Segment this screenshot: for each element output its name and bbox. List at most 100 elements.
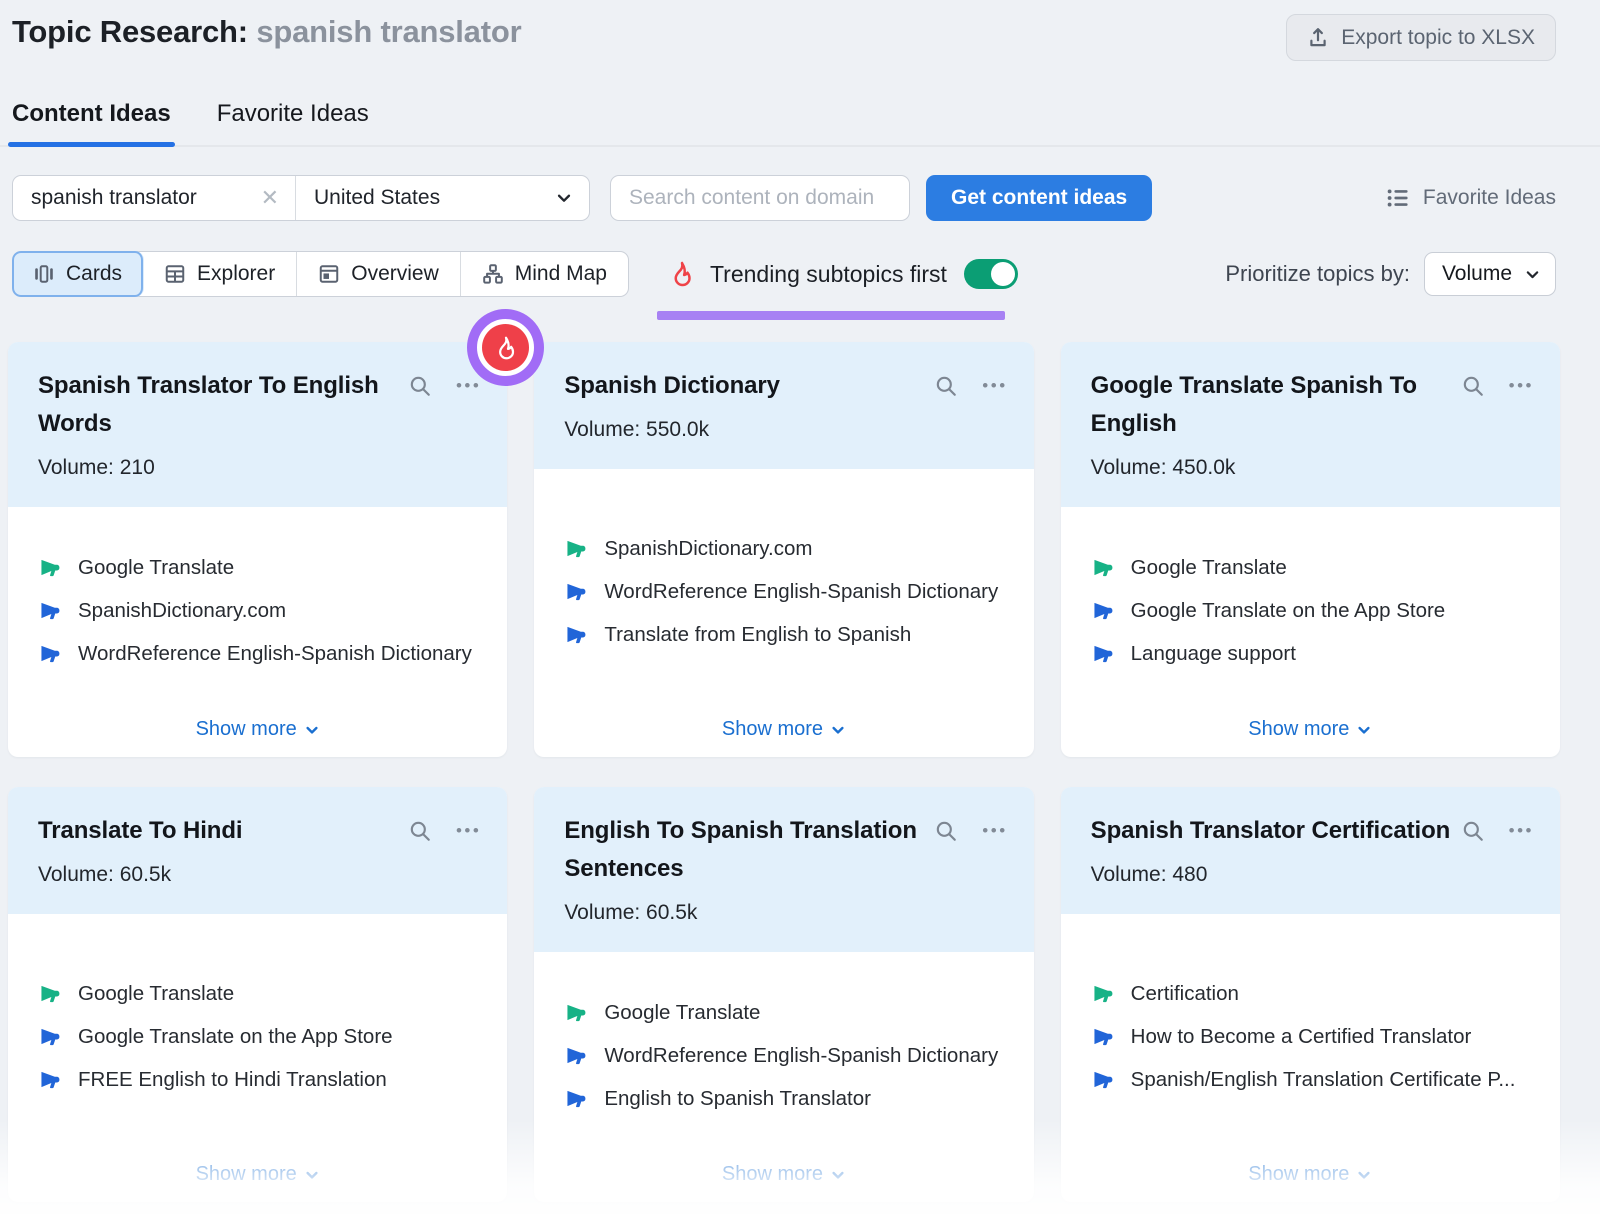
export-icon [1307, 27, 1329, 49]
subtopic-label: Google Translate [78, 982, 234, 1006]
topic-card: Spanish Translator Certification ••• Vol… [1061, 787, 1560, 1202]
subtopic-label: Language support [1131, 642, 1296, 666]
favorite-ideas-link[interactable]: Favorite Ideas [1386, 186, 1556, 210]
country-select[interactable]: United States [296, 176, 589, 220]
view-cards-label: Cards [66, 262, 122, 286]
country-value: United States [314, 186, 440, 210]
card-actions: ••• [934, 374, 1007, 405]
card-search-icon[interactable] [408, 819, 432, 848]
show-more-link[interactable]: Show more [38, 1153, 477, 1186]
view-cards-button[interactable]: Cards [12, 251, 144, 297]
topic-card-header: Spanish Translator To English Words ••• … [8, 342, 507, 507]
topic-card-header: English To Spanish Translation Sentences… [534, 787, 1033, 952]
list-icon [1386, 186, 1410, 210]
megaphone-icon [1091, 1025, 1114, 1048]
card-search-icon[interactable] [408, 374, 432, 403]
show-more-label: Show more [722, 718, 823, 741]
subtopic-label: Certification [1131, 982, 1239, 1006]
chevron-down-icon [304, 722, 320, 738]
megaphone-icon [564, 623, 587, 646]
card-volume: Volume: 550.0k [564, 418, 1007, 442]
show-more-link[interactable]: Show more [1091, 708, 1530, 741]
topic-card-body: Google Translate Google Translate on the… [8, 914, 507, 1202]
card-title: Spanish Translator To English Words [38, 367, 408, 443]
subtopic-label: WordReference English-Spanish Dictionary [604, 580, 998, 604]
cards-icon [33, 263, 55, 285]
topic-card-body: Google Translate WordReference English-S… [534, 952, 1033, 1202]
subtopic-item: SpanishDictionary.com [564, 537, 1003, 561]
card-title: Spanish Dictionary [564, 367, 790, 405]
tab-content-ideas[interactable]: Content Ideas [12, 100, 171, 145]
show-more-link[interactable]: Show more [564, 708, 1003, 741]
subtopic-label: Google Translate [1131, 556, 1287, 580]
card-list: Google Translate Google Translate on the… [38, 920, 477, 1153]
domain-search-input[interactable]: Search content on domain [610, 175, 910, 221]
megaphone-icon [1091, 556, 1114, 579]
card-more-icon[interactable]: ••• [982, 819, 1007, 843]
export-button-label: Export topic to XLSX [1341, 26, 1535, 50]
subtopic-label: Google Translate on the App Store [78, 1025, 393, 1049]
card-list: SpanishDictionary.com WordReference Engl… [564, 475, 1003, 708]
card-volume: Volume: 60.5k [38, 863, 481, 887]
topic-card-body: Google Translate SpanishDictionary.com W… [8, 507, 507, 757]
card-more-icon[interactable]: ••• [982, 374, 1007, 398]
keyword-input[interactable]: spanish translator ✕ [13, 176, 295, 220]
subtopic-label: Google Translate [604, 1001, 760, 1025]
view-overview-button[interactable]: Overview [297, 252, 461, 296]
prioritize-select[interactable]: Volume [1424, 252, 1556, 296]
content-ideas-grid: Spanish Translator To English Words ••• … [8, 342, 1560, 1202]
show-more-label: Show more [196, 718, 297, 741]
card-search-icon[interactable] [934, 374, 958, 403]
megaphone-icon [1091, 982, 1114, 1005]
card-more-icon[interactable]: ••• [456, 819, 481, 843]
card-more-icon[interactable]: ••• [1509, 374, 1534, 398]
card-volume: Volume: 450.0k [1091, 456, 1534, 480]
card-list: Google Translate SpanishDictionary.com W… [38, 513, 477, 708]
subtopic-label: WordReference English-Spanish Dictionary [604, 1044, 998, 1068]
export-topic-button[interactable]: Export topic to XLSX [1286, 14, 1556, 61]
show-more-link[interactable]: Show more [564, 1153, 1003, 1186]
tab-favorite-ideas[interactable]: Favorite Ideas [217, 100, 369, 145]
card-actions: ••• [408, 374, 481, 443]
page-header: Topic Research: spanish translator Expor… [0, 0, 1600, 62]
show-more-label: Show more [1248, 718, 1349, 741]
clear-keyword-icon[interactable]: ✕ [261, 187, 279, 209]
keyword-value: spanish translator [31, 186, 197, 210]
card-search-icon[interactable] [1461, 819, 1485, 848]
mindmap-icon [482, 263, 504, 285]
subtopic-item: Google Translate [1091, 556, 1530, 580]
show-more-link[interactable]: Show more [38, 708, 477, 741]
subtopic-label: Google Translate [78, 556, 234, 580]
view-explorer-button[interactable]: Explorer [143, 252, 297, 296]
megaphone-icon [564, 1001, 587, 1024]
chevron-down-icon [1524, 266, 1541, 283]
megaphone-icon [1091, 642, 1114, 665]
card-more-icon[interactable]: ••• [456, 374, 481, 398]
topic-card: English To Spanish Translation Sentences… [534, 787, 1033, 1202]
card-volume: Volume: 210 [38, 456, 481, 480]
subtopic-item: Google Translate [38, 982, 477, 1006]
subtopic-item: Certification [1091, 982, 1530, 1006]
page-title: Topic Research: spanish translator [12, 14, 521, 50]
card-search-icon[interactable] [1461, 374, 1485, 403]
table-icon [164, 263, 186, 285]
chevron-down-icon [1356, 722, 1372, 738]
subtopic-item: Google Translate [38, 556, 477, 580]
subtopic-label: Google Translate on the App Store [1131, 599, 1446, 623]
card-actions: ••• [408, 819, 481, 850]
card-search-icon[interactable] [934, 819, 958, 848]
show-more-link[interactable]: Show more [1091, 1153, 1530, 1186]
subtopic-item: WordReference English-Spanish Dictionary [564, 1044, 1003, 1068]
subtopic-item: Google Translate on the App Store [1091, 599, 1530, 623]
topic-research-page: Topic Research: spanish translator Expor… [0, 0, 1600, 1214]
show-more-label: Show more [1248, 1163, 1349, 1186]
trending-subtopics-toggle[interactable] [964, 259, 1018, 289]
get-content-ideas-button[interactable]: Get content ideas [926, 175, 1152, 221]
view-mindmap-button[interactable]: Mind Map [461, 252, 628, 296]
subtopic-item: Google Translate [564, 1001, 1003, 1025]
topic-card-body: Certification How to Become a Certified … [1061, 914, 1560, 1202]
subtopic-item: English to Spanish Translator [564, 1087, 1003, 1111]
trending-subtopics-control: Trending subtopics first [667, 259, 1018, 289]
card-volume: Volume: 480 [1091, 863, 1534, 887]
card-more-icon[interactable]: ••• [1509, 819, 1534, 843]
